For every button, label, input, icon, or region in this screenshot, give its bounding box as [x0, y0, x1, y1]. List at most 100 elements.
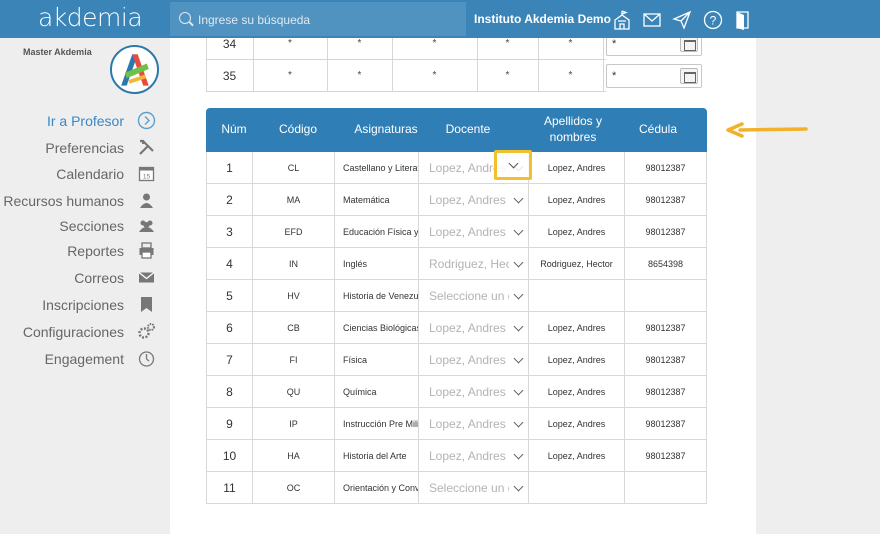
chevron-right-circle-icon[interactable]	[137, 111, 156, 130]
sidebar-item-label[interactable]: Reportes	[67, 243, 124, 259]
teacher-select-value: Lopez, Andres	[429, 225, 506, 239]
row-number: 10	[206, 440, 252, 472]
teacher-select[interactable]: Lopez, Andres	[418, 440, 528, 472]
date-input[interactable]: *	[606, 64, 702, 88]
institution-name: Instituto Akdemia Demo	[474, 12, 611, 26]
teacher-select[interactable]: Lopez, Andres	[418, 184, 528, 216]
row-number: 6	[206, 312, 252, 344]
table-row: 2 MA Matemática Lopez, Andres Lopez, Andres 9…	[206, 184, 707, 216]
sidebar-item-label[interactable]: Ir a Profesor	[47, 113, 124, 129]
sidebar-item-label[interactable]: Preferencias	[45, 140, 124, 156]
subject-name: Física	[334, 344, 418, 376]
teacher-select[interactable]: Lopez, Andres	[418, 344, 528, 376]
chevron-down-icon[interactable]	[513, 321, 524, 332]
teacher-id: 98012387	[624, 376, 706, 408]
teacher-fullname: Lopez, Andres	[528, 344, 624, 376]
chevron-down-icon[interactable]	[513, 353, 524, 364]
subject-name: Orientación y Convivencia	[334, 472, 418, 504]
teacher-fullname: Lopez, Andres	[528, 376, 624, 408]
teacher-select-value: Seleccione un docente	[429, 481, 509, 495]
calendar-picker-icon[interactable]	[680, 36, 698, 52]
subject-name: Matemática	[334, 184, 418, 216]
subject-name: Ciencias Biológicas	[334, 312, 418, 344]
chevron-down-icon[interactable]	[513, 449, 524, 460]
subject-code: CB	[252, 312, 334, 344]
teacher-select-value: Seleccione un docente	[429, 289, 509, 303]
subject-code: IP	[252, 408, 334, 440]
chevron-down-icon[interactable]	[513, 225, 524, 236]
table-row: 6 CB Ciencias Biológicas Lopez, Andres Lopez…	[206, 312, 707, 344]
upper-row-cell: *	[505, 70, 510, 81]
table-row: 11OCOrientación y Convivencia Seleccione …	[206, 472, 707, 504]
chevron-down-icon	[508, 158, 519, 169]
chevron-down-icon[interactable]	[513, 193, 524, 204]
chevron-down-icon[interactable]	[513, 481, 524, 492]
search-box[interactable]: Ingrese su búsqueda	[170, 2, 466, 36]
teacher-id: 8654398	[624, 248, 706, 280]
teacher-select[interactable]: Seleccione un docente	[418, 472, 528, 504]
mail-icon[interactable]	[642, 10, 662, 30]
chevron-down-icon[interactable]	[513, 257, 524, 268]
subject-code: EFD	[252, 216, 334, 248]
subject-code: MA	[252, 184, 334, 216]
header-num: Núm	[221, 122, 247, 137]
teacher-select[interactable]: Lopez, Andres	[418, 312, 528, 344]
row-number: 1	[206, 152, 252, 184]
row-number: 8	[206, 376, 252, 408]
teacher-select-value: Rodriguez, Hector	[429, 257, 509, 271]
sidebar-item-label[interactable]: Correos	[74, 270, 124, 286]
calendar-picker-icon[interactable]	[680, 68, 698, 84]
sidebar-item-label[interactable]: Secciones	[59, 218, 124, 234]
sidebar-item-label[interactable]: Engagement	[45, 351, 124, 367]
envelope-icon[interactable]	[137, 268, 156, 287]
search-icon	[179, 12, 191, 24]
upper-row-cell: *	[568, 70, 573, 81]
sidebar-item-label[interactable]: Recursos humanos	[3, 193, 124, 209]
calendar-icon[interactable]: 15	[137, 164, 156, 183]
avatar[interactable]	[110, 45, 159, 94]
teacher-fullname	[528, 280, 624, 312]
table-row: 8 QU Química Lopez, Andres Lopez, Andres 9801…	[206, 376, 707, 408]
help-icon[interactable]: ?	[703, 10, 723, 30]
sidebar-item-label[interactable]: Calendario	[56, 166, 124, 182]
person-icon[interactable]	[137, 191, 156, 210]
teacher-select[interactable]: Lopez, Andres	[418, 376, 528, 408]
gears-icon[interactable]	[137, 322, 156, 341]
table-row: 10 HA Historia del Arte Lopez, Andres Lopez,…	[206, 440, 707, 472]
sidebar-item-label[interactable]: Configuraciones	[23, 324, 124, 340]
app-logo[interactable]: akdemia	[38, 3, 143, 32]
teacher-fullname: Lopez, Andres	[528, 152, 624, 184]
chevron-down-icon[interactable]	[513, 289, 524, 300]
teacher-select[interactable]: Lopez, Andres	[418, 216, 528, 248]
printer-icon[interactable]	[137, 241, 156, 260]
teacher-fullname: Lopez, Andres	[528, 408, 624, 440]
subject-name: Instrucción Pre Militar	[334, 408, 418, 440]
teacher-select[interactable]: Seleccione un docente	[418, 280, 528, 312]
subject-code: OC	[252, 472, 334, 504]
chevron-down-icon[interactable]	[513, 417, 524, 428]
send-icon[interactable]	[672, 10, 692, 30]
subject-name: Química	[334, 376, 418, 408]
subject-name: Inglés	[334, 248, 418, 280]
sidebar-item-label[interactable]: Inscripciones	[42, 297, 124, 313]
row-number: 4	[206, 248, 252, 280]
teacher-select[interactable]: Rodriguez, Hector	[418, 248, 528, 280]
logout-icon[interactable]	[733, 10, 753, 30]
chevron-down-icon[interactable]	[513, 385, 524, 396]
tools-icon[interactable]	[137, 138, 156, 157]
header-fullname: Apellidos y nombres	[543, 114, 603, 144]
search-input[interactable]: Ingrese su búsqueda	[198, 13, 310, 27]
table-row: 1CLCastellano y LiteraturaLopez, AndresL…	[206, 152, 707, 184]
header-id: Cédula	[638, 122, 678, 137]
teacher-select-value: Lopez, Andres	[429, 193, 506, 207]
subject-code: IN	[252, 248, 334, 280]
highlighted-dropdown-toggle[interactable]	[494, 150, 532, 180]
school-icon[interactable]	[612, 10, 632, 30]
bookmark-icon[interactable]	[137, 295, 156, 314]
teacher-id: 98012387	[624, 312, 706, 344]
teacher-id	[624, 280, 706, 312]
timer-icon[interactable]	[137, 349, 156, 368]
group-icon[interactable]	[137, 216, 156, 235]
row-number: 5	[206, 280, 252, 312]
teacher-select[interactable]: Lopez, Andres	[418, 408, 528, 440]
